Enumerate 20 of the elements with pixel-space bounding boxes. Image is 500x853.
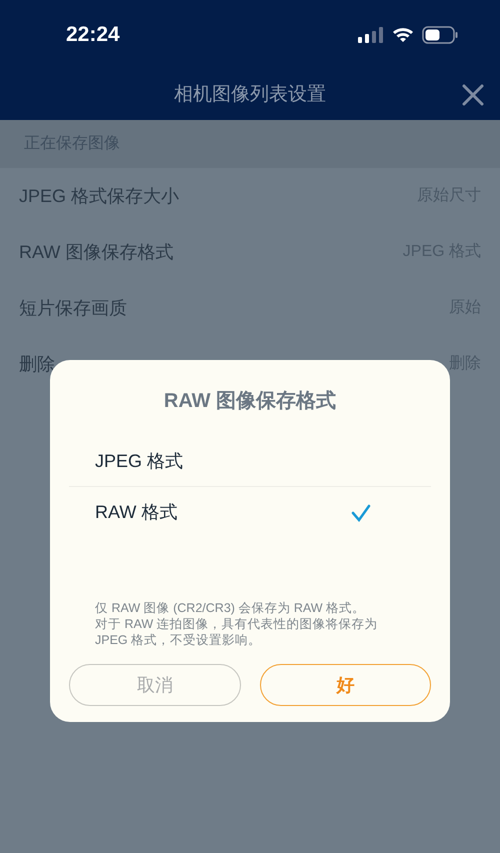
option-label: RAW 格式 <box>95 501 178 524</box>
dialog-note: 对于 RAW 连拍图像，具有代表性的图像将保存为 JPEG 格式，不受设置影响。 <box>95 616 379 648</box>
setting-label: 短片保存画质 <box>19 296 127 320</box>
dialog-note: 仅 RAW 图像 (CR2/CR3) 会保存为 RAW 格式。 <box>95 600 366 616</box>
ok-button[interactable]: 好 <box>260 664 431 706</box>
close-button[interactable] <box>460 82 486 108</box>
page-title: 相机图像列表设置 <box>174 82 326 107</box>
option-label: JPEG 格式 <box>95 450 184 472</box>
status-time: 22:24 <box>66 22 120 48</box>
wifi-icon <box>392 27 414 43</box>
setting-label: RAW 图像保存格式 <box>19 240 174 264</box>
battery-icon <box>422 26 458 44</box>
option-row[interactable]: RAW 格式 <box>69 487 431 538</box>
signal-icon <box>358 27 384 43</box>
setting-label: JPEG 格式保存大小 <box>19 184 180 208</box>
cancel-button[interactable]: 取消 <box>69 664 240 706</box>
setting-label: 删除 <box>19 352 55 376</box>
option-row[interactable]: JPEG 格式 <box>69 436 431 487</box>
check-icon <box>351 504 371 522</box>
dialog-title: RAW 图像保存格式 <box>162 389 338 414</box>
